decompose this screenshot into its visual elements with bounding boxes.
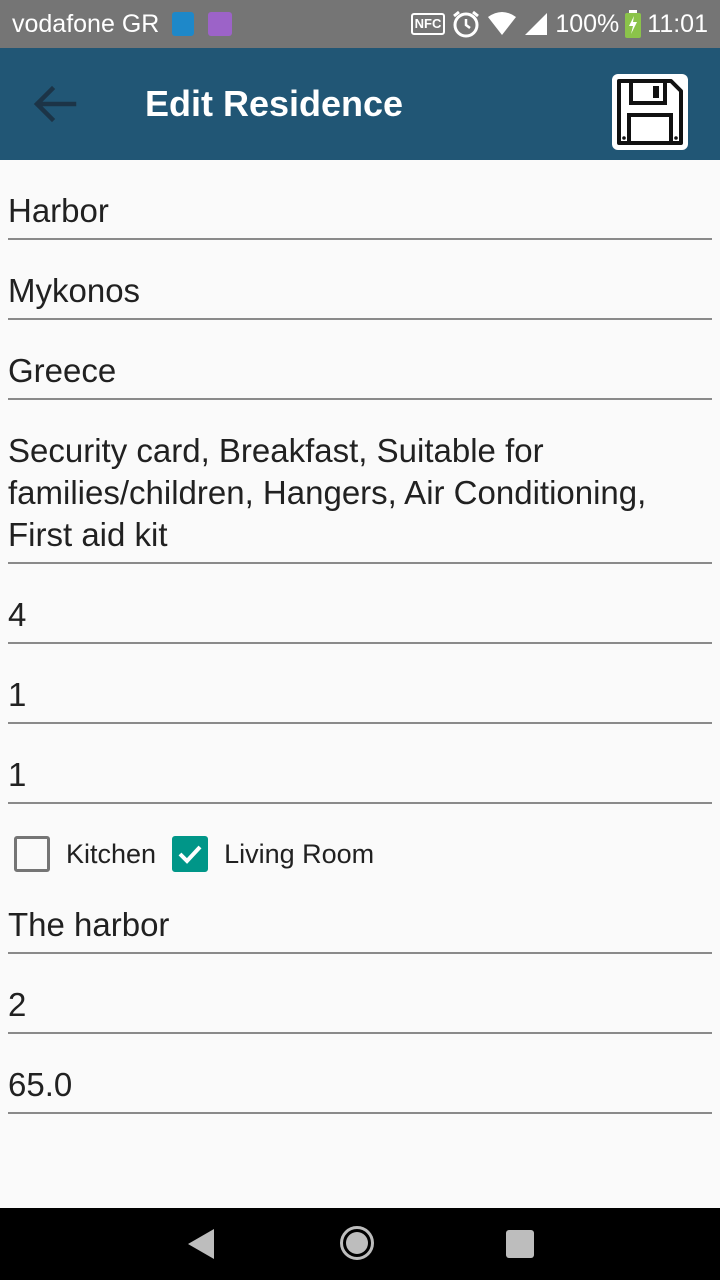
- description-field[interactable]: The harbor: [8, 904, 712, 954]
- city-field[interactable]: Mykonos: [8, 240, 712, 320]
- wifi-icon: [488, 12, 517, 35]
- area-field[interactable]: 65.0: [8, 1034, 712, 1114]
- clock: 11:01: [647, 9, 708, 38]
- floppy-disk-icon: [617, 79, 683, 145]
- status-bar: vodafone GR NFC 100% 11:01: [0, 0, 720, 48]
- app-bar: Edit Residence: [0, 48, 720, 160]
- status-icons: NFC 100% 11:01: [410, 8, 708, 40]
- navigation-bar: [0, 1208, 720, 1280]
- alarm-icon: [453, 10, 480, 38]
- carrier-name: vodafone GR: [12, 10, 160, 38]
- kitchen-checkbox[interactable]: [14, 836, 50, 872]
- nav-home-icon[interactable]: [340, 1226, 374, 1260]
- amenities-field[interactable]: Security card, Breakfast, Suitable for f…: [8, 400, 712, 564]
- kitchen-label: Kitchen: [66, 838, 157, 869]
- checkmark-icon: [178, 845, 202, 864]
- beds-field[interactable]: 1: [8, 644, 712, 724]
- country-field[interactable]: Greece: [8, 320, 712, 400]
- residence-form: Harbor Mykonos Greece Security card, Bre…: [0, 160, 720, 1208]
- bedrooms-field[interactable]: 2: [8, 954, 712, 1034]
- nav-recents-icon[interactable]: [506, 1230, 534, 1258]
- living-room-checkbox[interactable]: [172, 836, 209, 872]
- bathrooms-field[interactable]: 1: [8, 724, 712, 804]
- battery-charging-icon: [625, 10, 642, 38]
- guests-field[interactable]: 4: [8, 564, 712, 644]
- name-field[interactable]: Harbor: [8, 160, 712, 240]
- room-checkboxes: Kitchen Living Room: [14, 804, 720, 904]
- nfc-icon: NFC: [410, 13, 446, 35]
- image-notification-icon: [208, 12, 232, 36]
- living-room-label: Living Room: [224, 838, 375, 869]
- arrow-left-icon: [33, 85, 77, 123]
- back-button[interactable]: [24, 74, 84, 134]
- nav-back-icon[interactable]: [184, 1226, 218, 1262]
- battery-percent: 100%: [555, 9, 620, 38]
- signal-icon: [525, 13, 548, 35]
- page-title: Edit Residence: [145, 83, 404, 124]
- save-button[interactable]: [612, 74, 688, 150]
- usb-icon: [172, 12, 194, 36]
